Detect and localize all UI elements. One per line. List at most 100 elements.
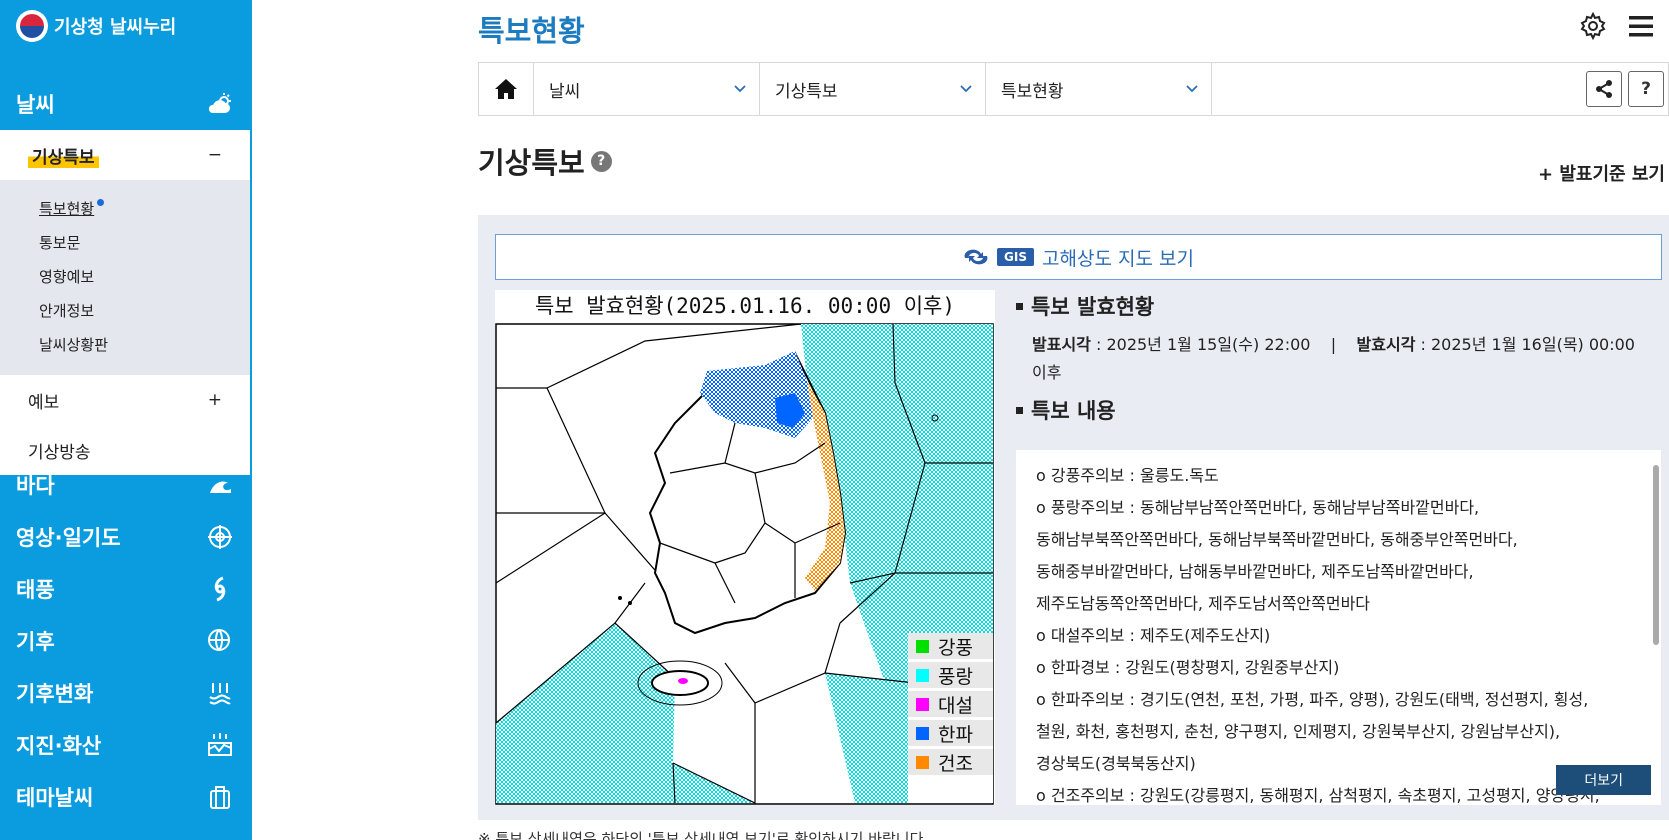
sidebar-item-climate[interactable]: 기후 [0,614,252,668]
home-button[interactable] [479,63,534,115]
gis-map-button[interactable]: GIS 고해상도 지도 보기 [495,234,1662,280]
breadcrumb-actions: ? [1586,63,1668,115]
breadcrumb-dropdown-warning[interactable]: 기상특보 [760,63,986,115]
submenu-list: 특보현황 통보문 영향예보 안개정보 날씨상황판 [0,180,250,375]
share-button[interactable] [1586,71,1622,107]
submenu-panel: 기상특보 − 특보현황 통보문 영향예보 안개정보 날씨상황판 예보 + 기상방… [0,130,250,475]
gis-badge: GIS [997,248,1035,266]
sidebar-item-label: 테마날씨 [16,786,94,810]
target-icon [204,521,236,553]
breadcrumb-label: 특보현황 [1001,81,1064,102]
legend-label: 한파 [938,724,973,746]
wave-icon [204,469,236,501]
content-line: o 한파주의보 : 경기도(연천, 포천, 가평, 파주, 양평), 강원도(태… [1036,690,1589,709]
earthquake-icon [204,729,236,761]
page-title: 특보현황 [478,14,585,48]
collapse-icon[interactable]: − [208,145,222,165]
content-line: 동해중부바깥먼바다, 남해동부바깥먼바다, 제주도남쪽바깥먼바다, [1036,562,1474,581]
chevron-down-icon [1186,85,1198,93]
sidebar-item-label: 날씨 [16,93,55,117]
sidebar-item-weather[interactable]: 날씨 [0,78,252,130]
status-heading: 특보 발효현황 [1016,291,1666,321]
sidebar-item-earthquake[interactable]: 지진·화산 [0,718,252,772]
effective-value: : 2025년 1월 16일(목) 00:00 [1415,335,1635,354]
sun-cloud-icon [204,88,236,120]
site-logo[interactable]: 기상청 날씨누리 [16,10,176,42]
content-line: 동해남부북쪽안쪽먼바다, 동해남부북쪽바깥먼바다, 동해중부안쪽먼바다, [1036,530,1518,549]
expand-icon[interactable]: + [208,390,222,410]
content-heading-text: 특보 내용 [1031,399,1116,423]
content-line: 경상북도(경북북동산지) [1036,754,1196,773]
sidebar-item-label: 기후 [16,630,55,654]
announce-value: : 2025년 1월 15일(수) 22:00 [1090,335,1311,354]
sidebar: 기상청 날씨누리 날씨 기상특보 − 특보현황 통보문 영향예보 안개정보 날씨… [0,0,252,840]
share-icon [1596,80,1612,98]
content-line: o 풍랑주의보 : 동해남부남쪽안쪽먼바다, 동해남부남쪽바깥먼바다, [1036,498,1480,517]
content-line: o 강풍주의보 : 울릉도.독도 [1036,466,1219,485]
footnote: ※ 특보 상세내역은 하단의 '특보 상세내역 보기'로 확인하시기 바랍니다. [478,830,929,840]
submenu-label: 기상특보 [28,142,99,168]
submenu-item-impact-forecast[interactable]: 영향예보 [0,260,250,294]
warning-content-box[interactable]: o 강풍주의보 : 울릉도.독도 o 풍랑주의보 : 동해남부남쪽안쪽먼바다, … [1016,450,1661,805]
sidebar-item-climate-change[interactable]: 기후변화 [0,666,252,720]
criteria-link[interactable]: + 발표기준 보기 [1538,160,1665,186]
sidebar-item-sea[interactable]: 바다 [0,458,252,512]
section-title: 기상특보 ? [478,140,612,182]
active-dot [97,199,104,206]
sidebar-item-label: 태풍 [16,578,55,602]
warning-map: 특보 발효현황(2025.01.16. 00:00 이후) 강풍 풍랑 대설 한… [495,290,995,805]
submenu-label: 예보 [28,392,60,413]
globe-icon [204,625,236,657]
sidebar-item-label: 바다 [16,474,55,498]
announce-label: 발표시각 [1032,335,1091,354]
submenu-item-bulletin[interactable]: 통보문 [0,226,250,260]
map-title: 특보 발효현황(2025.01.16. 00:00 이후) [535,294,955,318]
home-icon [495,79,517,99]
submenu-forecast[interactable]: 예보 + [0,375,250,425]
bullet-icon [1016,406,1023,414]
content-line: o 대설주의보 : 제주도(제주도산지) [1036,626,1271,645]
status-info: 특보 발효현황 발표시각 : 2025년 1월 15일(수) 22:00 | 발… [1016,291,1666,435]
bullet-icon [1016,302,1023,310]
warning-panel: GIS 고해상도 지도 보기 특보 발효현황(2025.01.16. 00:00… [478,215,1669,820]
typhoon-icon [204,573,236,605]
breadcrumb: 날씨 기상특보 특보현황 ? [478,62,1669,116]
sidebar-item-label: 영상·일기도 [16,526,121,550]
content-heading: 특보 내용 [1016,395,1666,425]
submenu-item-fog-info[interactable]: 안개정보 [0,294,250,328]
gear-icon[interactable] [1579,11,1607,44]
status-heading-text: 특보 발효현황 [1031,295,1155,319]
breadcrumb-label: 날씨 [549,81,581,102]
sidebar-item-theme[interactable]: 테마날씨 [0,770,252,824]
separator: | [1330,335,1337,354]
sidebar-item-satellite[interactable]: 영상·일기도 [0,510,252,564]
submenu-item-label: 특보현황 [39,200,95,218]
content-line: 철원, 화천, 홍천평지, 춘천, 양구평지, 인제평지, 강원북부산지, 강원… [1036,722,1561,741]
hamburger-menu-icon[interactable] [1627,12,1655,44]
legend-label: 건조 [938,753,973,775]
content-line: 제주도남동쪽안쪽먼바다, 제주도남서쪽안쪽먼바다 [1036,594,1371,613]
effective-label: 발효시각 [1356,335,1416,354]
more-button[interactable]: 더보기 [1556,765,1651,795]
help-icon[interactable]: ? [590,150,612,172]
scrollbar[interactable] [1653,465,1659,645]
sidebar-item-label: 지진·화산 [16,734,102,758]
swap-icon [964,249,988,265]
effective-after: 이후 [1032,363,1062,382]
legend-label: 강풍 [938,637,973,659]
submenu-item-warning-status[interactable]: 특보현황 [0,192,250,226]
sidebar-item-typhoon[interactable]: 태풍 [0,562,252,616]
submenu-item-weather-board[interactable]: 날씨상황판 [0,328,250,362]
map-legend: 강풍 풍랑 대설 한파 건조 [908,633,993,803]
breadcrumb-dropdown-weather[interactable]: 날씨 [534,63,760,115]
logo-text: 기상청 날씨누리 [54,17,177,38]
breadcrumb-dropdown-status[interactable]: 특보현황 [986,63,1212,115]
suitcase-icon [204,781,236,813]
legend-label: 풍랑 [938,666,973,688]
legend-label: 대설 [938,695,973,717]
content-line: o 한파경보 : 강원도(평창평지, 강원중부산지) [1036,658,1340,677]
submenu-weather-warning[interactable]: 기상특보 − [0,130,250,180]
help-button[interactable]: ? [1628,71,1664,107]
section-title-text: 기상특보 [478,146,585,180]
sea-level-icon [204,677,236,709]
